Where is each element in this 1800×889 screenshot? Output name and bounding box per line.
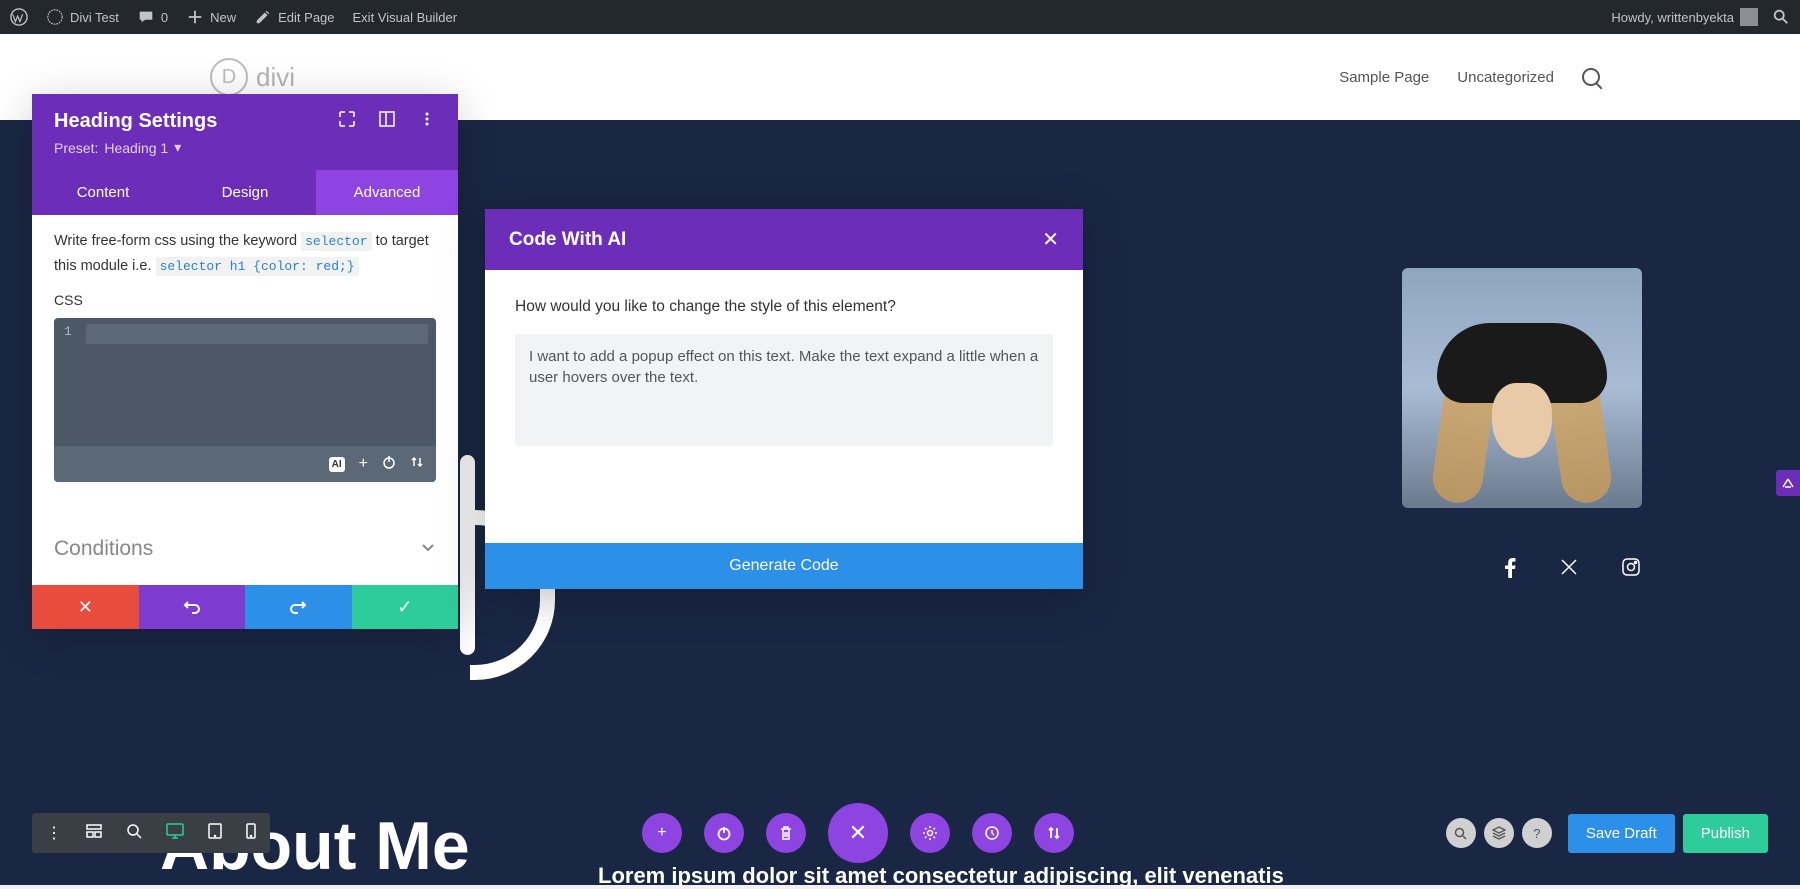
menu-icon[interactable]: ⋮ [46, 823, 62, 843]
new-text: New [210, 10, 236, 25]
power-button[interactable] [704, 813, 744, 853]
selector-example: selector h1 {color: red;} [156, 257, 359, 276]
apply-button[interactable]: ✓ [352, 585, 459, 629]
panel-title: Heading Settings [54, 110, 217, 133]
logo[interactable]: D divi [210, 58, 295, 96]
admin-search-icon[interactable] [1772, 8, 1790, 26]
howdy-text: Howdy, writtenbyekta [1611, 10, 1734, 25]
edit-text: Edit Page [278, 10, 334, 25]
new-link[interactable]: New [186, 8, 236, 26]
chevron-down-icon [420, 537, 436, 561]
wp-logo[interactable] [10, 8, 28, 26]
layers-tab[interactable] [1776, 470, 1800, 496]
conditions-toggle[interactable]: Conditions [32, 516, 458, 585]
ai-prompt-input[interactable] [515, 334, 1053, 446]
nav-uncategorized[interactable]: Uncategorized [1457, 69, 1554, 86]
facebook-icon[interactable] [1504, 558, 1516, 583]
generate-code-button[interactable]: Generate Code [485, 543, 1083, 589]
ai-modal-title: Code With AI [509, 229, 626, 251]
sort-button[interactable] [1034, 813, 1074, 853]
preset-value: Heading 1 [104, 140, 168, 156]
tab-design[interactable]: Design [174, 170, 316, 215]
chevron-down-icon: ▾ [174, 139, 181, 156]
save-draft-button[interactable]: Save Draft [1568, 814, 1675, 853]
nav-sample-page[interactable]: Sample Page [1339, 69, 1429, 86]
publish-button[interactable]: Publish [1683, 814, 1768, 853]
line-number: 1 [54, 318, 80, 339]
howdy-link[interactable]: Howdy, writtenbyekta [1611, 8, 1758, 26]
search-button[interactable] [1446, 818, 1476, 848]
add-section-button[interactable]: + [642, 813, 682, 853]
preset-label: Preset: [54, 140, 98, 156]
x-icon[interactable] [1560, 558, 1578, 583]
logo-icon: D [210, 58, 248, 96]
help-text-1: Write free-form css using the keyword [54, 233, 301, 249]
help-button[interactable]: ? [1522, 818, 1552, 848]
add-icon[interactable]: + [359, 455, 368, 473]
comments-count: 0 [161, 10, 168, 25]
phone-icon[interactable] [246, 823, 256, 844]
power-icon[interactable] [382, 455, 396, 474]
exit-text: Exit Visual Builder [353, 10, 458, 25]
instagram-icon[interactable] [1622, 558, 1640, 583]
logo-text: divi [256, 62, 295, 93]
selector-keyword: selector [301, 232, 371, 251]
more-icon[interactable] [418, 110, 436, 133]
css-label: CSS [54, 292, 436, 308]
site-name-text: Divi Test [70, 10, 119, 25]
css-help-text: Write free-form css using the keyword se… [54, 229, 436, 278]
comments-link[interactable]: 0 [137, 8, 168, 26]
zoom-icon[interactable] [126, 823, 142, 844]
ai-prompt-label: How would you like to change the style o… [515, 298, 1053, 316]
cancel-button[interactable]: ✕ [32, 585, 139, 629]
hero-paragraph: Lorem ipsum dolor sit amet consectetur a… [598, 863, 1640, 889]
ai-badge[interactable]: AI [329, 457, 345, 472]
wireframe-icon[interactable] [86, 823, 102, 844]
profile-image [1402, 268, 1642, 508]
right-actions: ? Save Draft Publish [1446, 814, 1768, 853]
editor-active-line [86, 324, 428, 344]
conditions-label: Conditions [54, 537, 153, 561]
site-name[interactable]: Divi Test [46, 8, 119, 26]
wp-admin-bar: Divi Test 0 New Edit Page Exit Visual Bu… [0, 0, 1800, 34]
desktop-icon[interactable] [166, 823, 184, 844]
sort-icon[interactable] [410, 455, 424, 474]
tablet-icon[interactable] [208, 823, 222, 844]
view-toolbar: ⋮ [32, 813, 270, 853]
settings-button[interactable] [910, 813, 950, 853]
layers-button[interactable] [1484, 818, 1514, 848]
expand-icon[interactable] [338, 110, 356, 133]
tab-content[interactable]: Content [32, 170, 174, 215]
bottom-toolbar: ⋮ + ✕ ? Save Draft Publish [32, 803, 1768, 863]
tab-advanced[interactable]: Advanced [316, 170, 458, 215]
close-builder-button[interactable]: ✕ [828, 803, 888, 863]
preset-selector[interactable]: Preset: Heading 1 ▾ [54, 139, 436, 156]
search-icon[interactable] [1582, 68, 1600, 86]
redo-button[interactable] [245, 585, 352, 629]
close-icon[interactable]: ✕ [1042, 227, 1059, 252]
center-actions: + ✕ [642, 803, 1074, 863]
delete-button[interactable] [766, 813, 806, 853]
heading-settings-panel: Heading Settings Preset: Heading 1 ▾ Con… [32, 94, 458, 629]
edit-page-link[interactable]: Edit Page [254, 8, 334, 26]
code-with-ai-modal: Code With AI ✕ How would you like to cha… [485, 209, 1083, 589]
css-editor[interactable]: 1 AI + [54, 318, 436, 482]
social-row [1504, 558, 1640, 583]
snap-icon[interactable] [378, 110, 396, 133]
avatar-icon [1740, 8, 1758, 26]
history-button[interactable] [972, 813, 1012, 853]
exit-vb-link[interactable]: Exit Visual Builder [353, 10, 458, 25]
undo-button[interactable] [139, 585, 246, 629]
